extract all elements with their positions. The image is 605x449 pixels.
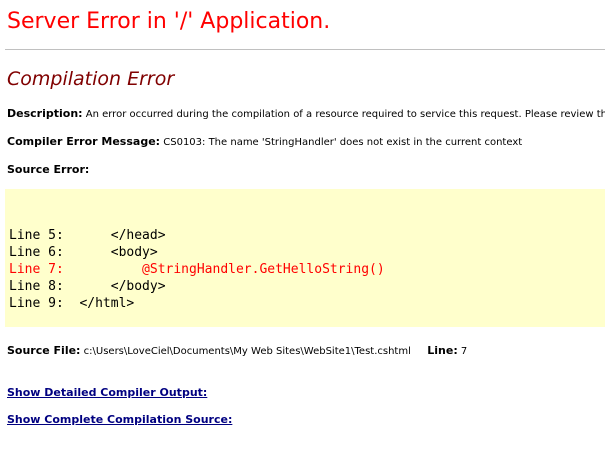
code-line: Line 9: </html> — [9, 296, 135, 311]
code-line: Line 5: </head> — [9, 228, 166, 243]
compiler-message-text: CS0103: The name 'StringHandler' does no… — [163, 137, 523, 148]
source-error-row: Source Error: — [7, 163, 89, 176]
code-line: Line 6: <body> — [9, 245, 158, 260]
source-code-lines: Line 5: </head> Line 6: <body> Line 7: @… — [9, 227, 385, 312]
source-file-path: c:\Users\LoveCiel\Documents\My Web Sites… — [83, 346, 411, 357]
source-file-label: Source File: — [7, 344, 81, 357]
description-label: Description: — [7, 107, 83, 120]
source-file-row: Source File: c:\Users\LoveCiel\Documents… — [7, 344, 467, 357]
show-complete-compilation-source-link[interactable]: Show Complete Compilation Source: — [7, 413, 232, 426]
compiler-message-row: Compiler Error Message: CS0103: The name… — [7, 135, 522, 148]
description-text: An error occurred during the compilation… — [85, 109, 605, 120]
code-line-error: Line 7: @StringHandler.GetHelloString() — [9, 262, 385, 277]
title-divider — [5, 49, 605, 50]
page-title: Server Error in '/' Application. — [7, 9, 331, 34]
source-line-label: Line: — [427, 344, 458, 357]
show-detailed-compiler-output-link[interactable]: Show Detailed Compiler Output: — [7, 386, 207, 399]
error-heading: Compilation Error — [7, 68, 175, 90]
source-code-box: Line 5: </head> Line 6: <body> Line 7: @… — [5, 189, 605, 327]
compiler-message-label: Compiler Error Message: — [7, 135, 161, 148]
source-error-label: Source Error: — [7, 163, 90, 176]
description-row: Description: An error occurred during th… — [7, 107, 605, 120]
code-line: Line 8: </body> — [9, 279, 166, 294]
source-line-number: 7 — [460, 346, 468, 357]
